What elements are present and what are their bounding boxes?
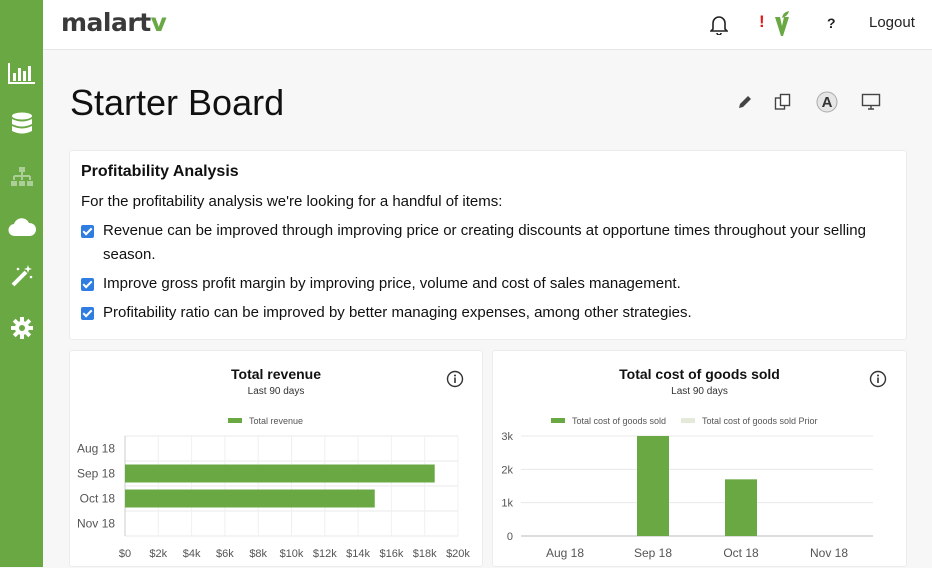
y-tick-label: 2k [501, 464, 513, 476]
x-tick-label: Sep 18 [634, 546, 672, 560]
bar [125, 489, 375, 508]
sitemap-icon[interactable] [0, 160, 43, 194]
revenue-chart-card: Total revenue Last 90 days Total revenue… [69, 350, 483, 567]
gear-icon[interactable] [0, 311, 43, 345]
copy-icon[interactable] [771, 90, 795, 114]
checkbox[interactable] [81, 307, 94, 320]
x-tick-label: $8k [249, 548, 267, 560]
checkbox[interactable] [81, 225, 94, 238]
profitability-analysis-card: Profitability Analysis For the profitabi… [69, 150, 907, 340]
legend-swatch [551, 418, 565, 423]
checklist-item-text: Improve gross profit margin by improving… [103, 275, 681, 292]
legend-label: Total cost of goods sold Prior [702, 416, 818, 426]
x-tick-label: $6k [216, 548, 234, 560]
bar-chart-icon[interactable] [0, 56, 43, 90]
analysis-title: Profitability Analysis [81, 163, 239, 180]
font-icon[interactable]: A [815, 90, 839, 114]
revenue-chart: Total revenue $0 $2k $4k $6k $8k $10k $12k $14k $… [77, 416, 470, 560]
logo[interactable]: malartv [61, 8, 167, 37]
bar [125, 464, 435, 483]
y-tick-label: Aug 18 [77, 442, 115, 456]
legend-swatch [681, 418, 695, 423]
svg-text:A: A [822, 94, 833, 111]
checkbox[interactable] [81, 278, 94, 291]
legend-label: Total revenue [249, 416, 303, 426]
y-tick-label: Oct 18 [80, 492, 116, 506]
magic-wand-icon[interactable] [0, 259, 43, 293]
x-tick-label: $2k [149, 548, 167, 560]
database-icon[interactable] [0, 108, 43, 142]
x-tick-label: $0 [119, 548, 131, 560]
y-tick-label: Nov 18 [77, 517, 115, 531]
cogs-chart: Total cost of goods sold Total cost of go… [501, 416, 873, 560]
bar [725, 479, 757, 536]
bell-icon[interactable] [709, 15, 729, 40]
checklist-item-text: Profitability ratio can be improved by b… [103, 304, 692, 321]
y-tick-label: 1k [501, 498, 513, 510]
y-tick-label: 3k [501, 431, 513, 443]
x-tick-label: $4k [183, 548, 201, 560]
monitor-icon[interactable] [859, 90, 883, 114]
top-bar: malartv ! ? Logout [43, 0, 932, 50]
analysis-intro: For the profitability analysis we're loo… [81, 193, 503, 210]
help-button[interactable]: ? [827, 15, 836, 31]
x-tick-label: $16k [379, 548, 403, 560]
legend-swatch [228, 418, 242, 423]
checklist-item: Revenue can be improved through improvin… [81, 219, 881, 267]
checklist-item: Improve gross profit margin by improving… [81, 272, 881, 296]
x-tick-label: Nov 18 [810, 546, 848, 560]
sidebar [0, 0, 43, 567]
pencil-icon[interactable] [733, 90, 757, 114]
user-avatar-icon[interactable] [772, 10, 792, 43]
legend-label: Total cost of goods sold [572, 416, 666, 426]
x-tick-label: $20k [446, 548, 470, 560]
checklist-item: Profitability ratio can be improved by b… [81, 301, 881, 325]
x-tick-label: Oct 18 [723, 546, 759, 560]
y-tick-label: Sep 18 [77, 467, 115, 481]
cloud-icon[interactable] [0, 210, 43, 244]
checklist-item-text: Revenue can be improved through improvin… [103, 222, 866, 263]
page-title: Starter Board [70, 82, 285, 123]
x-tick-label: Aug 18 [546, 546, 584, 560]
x-tick-label: $18k [413, 548, 437, 560]
x-tick-label: $12k [313, 548, 337, 560]
x-tick-label: $14k [346, 548, 370, 560]
bar [637, 436, 669, 536]
x-tick-label: $10k [280, 548, 304, 560]
y-tick-label: 0 [507, 531, 513, 543]
logout-link[interactable]: Logout [869, 14, 915, 31]
alert-indicator: ! [759, 12, 765, 31]
cogs-chart-card: Total cost of goods sold Last 90 days To… [492, 350, 907, 567]
